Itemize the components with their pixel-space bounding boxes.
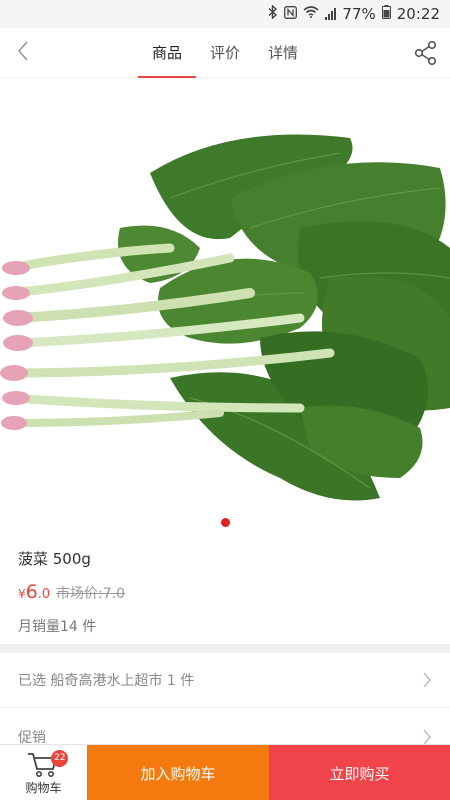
- chevron-right-icon: [422, 729, 432, 745]
- share-button[interactable]: [412, 39, 440, 67]
- section-divider: [0, 644, 450, 653]
- add-to-cart-button[interactable]: 加入购物车: [87, 745, 269, 800]
- tab-details[interactable]: 详情: [268, 28, 298, 78]
- cart-label: 购物车: [25, 781, 62, 795]
- battery-percent: 77%: [342, 5, 376, 23]
- gallery-dot-active[interactable]: [220, 518, 230, 527]
- market-price: 市场价:7.0: [56, 586, 125, 602]
- product-image-gallery[interactable]: [0, 78, 450, 533]
- battery-icon: [381, 5, 391, 23]
- chevron-right-icon: [422, 672, 432, 688]
- clock-time: 20:22: [396, 5, 440, 23]
- product-info: 菠菜 500g ¥6.0 市场价:7.0 月销量14 件: [0, 533, 450, 644]
- price-integer: 6: [25, 581, 38, 603]
- signal-icon: [325, 8, 337, 20]
- bottom-action-bar: 22 购物车 加入购物车 立即购买: [0, 744, 450, 800]
- product-name: 菠菜 500g: [18, 550, 91, 568]
- tab-bar: 商品 评价 详情: [0, 28, 450, 78]
- buy-now-button[interactable]: 立即购买: [269, 745, 450, 800]
- price-decimal: .0: [37, 587, 51, 602]
- cart-button[interactable]: 22 购物车: [0, 745, 87, 800]
- selected-option-text: 已选 船奇高港水上超市 1 件: [18, 673, 195, 689]
- status-bar: 77% 20:22: [0, 0, 450, 28]
- gallery-pagination: [0, 518, 450, 527]
- currency-symbol: ¥: [18, 587, 26, 601]
- tab-product[interactable]: 商品: [137, 28, 197, 78]
- spinach-product-image: [0, 78, 450, 533]
- wifi-icon: [303, 6, 319, 22]
- cart-count-badge: 22: [51, 750, 69, 767]
- bluetooth-icon: [268, 4, 278, 23]
- product-price: ¥6.0: [18, 581, 50, 603]
- selected-option-row[interactable]: 已选 船奇高港水上超市 1 件: [0, 653, 450, 708]
- share-icon: [412, 40, 440, 71]
- tab-reviews[interactable]: 评价: [210, 28, 240, 78]
- nfc-icon: [284, 5, 298, 23]
- monthly-sales: 月销量14 件: [18, 619, 97, 635]
- top-nav-bar: 商品 评价 详情: [0, 28, 450, 78]
